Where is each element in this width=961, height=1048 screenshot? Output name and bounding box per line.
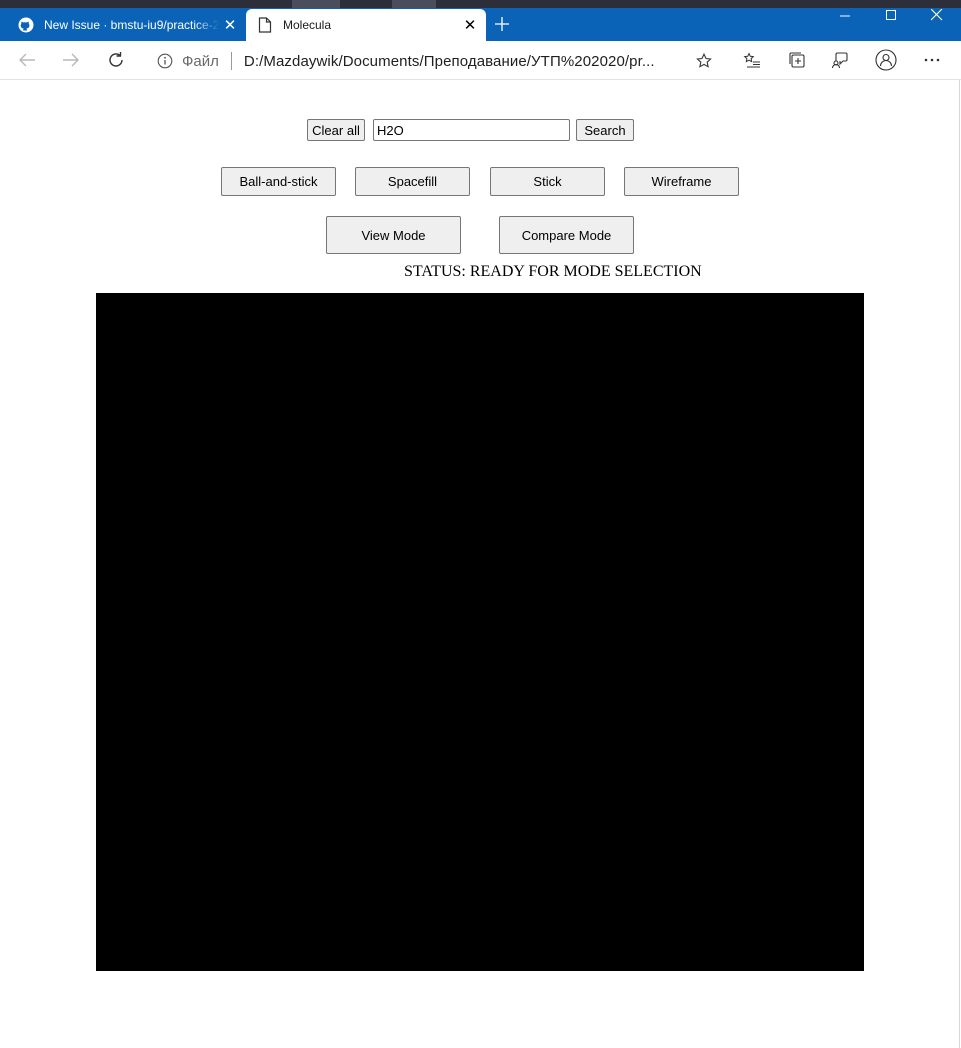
favorites-button[interactable] [737, 46, 767, 74]
search-button[interactable]: Search [576, 119, 634, 141]
view-mode-button[interactable]: View Mode [326, 216, 461, 254]
stick-button[interactable]: Stick [490, 167, 605, 196]
molecule-search-input[interactable] [373, 119, 570, 141]
github-icon [18, 17, 34, 33]
plus-icon [495, 17, 509, 31]
favorite-star-icon[interactable] [693, 50, 715, 72]
feedback-button[interactable] [825, 46, 855, 74]
taskbar-strip [0, 0, 961, 8]
tab-molecula[interactable]: Molecula ✕ [246, 9, 486, 41]
minimize-button[interactable] [822, 0, 868, 30]
profile-button[interactable] [871, 46, 901, 74]
new-tab-button[interactable] [490, 12, 514, 36]
tab-label: Molecula [283, 18, 332, 32]
more-options-button[interactable] [917, 46, 947, 74]
address-bar[interactable]: Файл D:/Mazdaywik/Documents/Преподавание… [143, 46, 723, 76]
spacefill-button[interactable]: Spacefill [355, 167, 470, 196]
arrow-left-icon [19, 53, 35, 67]
maximize-icon [885, 9, 896, 20]
compare-mode-button[interactable]: Compare Mode [499, 216, 634, 254]
ball-and-stick-button[interactable]: Ball-and-stick [221, 167, 336, 196]
page-icon [257, 17, 273, 33]
collections-icon [789, 52, 805, 68]
collections-button[interactable] [782, 46, 812, 74]
favorites-list-icon [743, 52, 760, 68]
wireframe-button[interactable]: Wireframe [624, 167, 739, 196]
window-edge [959, 80, 960, 1048]
tab-label: New Issue · bmstu-iu9/practice-2 [44, 18, 220, 32]
molecule-viewer-canvas[interactable] [96, 293, 864, 971]
status-text: STATUS: READY FOR MODE SELECTION [404, 263, 702, 280]
scheme-label: Файл [182, 52, 219, 70]
forward-button[interactable] [56, 46, 86, 74]
minimize-icon [839, 15, 850, 16]
clear-all-button[interactable]: Clear all [307, 119, 365, 141]
browser-toolbar: Файл D:/Mazdaywik/Documents/Преподавание… [0, 41, 961, 80]
address-divider [230, 52, 232, 70]
close-tab-icon[interactable]: ✕ [460, 15, 480, 35]
more-icon [924, 58, 940, 62]
profile-icon [875, 49, 897, 71]
close-icon [931, 9, 943, 21]
maximize-button[interactable] [868, 0, 914, 30]
close-tab-icon[interactable]: ✕ [220, 15, 240, 35]
info-icon[interactable] [157, 53, 173, 69]
arrow-right-icon [63, 53, 79, 67]
feedback-icon [831, 52, 848, 69]
refresh-icon [109, 52, 123, 67]
tab-new-issue[interactable]: New Issue · bmstu-iu9/practice-2 ✕ [0, 9, 246, 41]
refresh-button[interactable] [101, 46, 131, 74]
url-text[interactable]: D:/Mazdaywik/Documents/Преподавание/УТП%… [244, 53, 693, 70]
strip-block [392, 0, 436, 8]
strip-block [292, 0, 340, 8]
close-window-button[interactable] [914, 0, 960, 30]
back-button[interactable] [12, 46, 42, 74]
